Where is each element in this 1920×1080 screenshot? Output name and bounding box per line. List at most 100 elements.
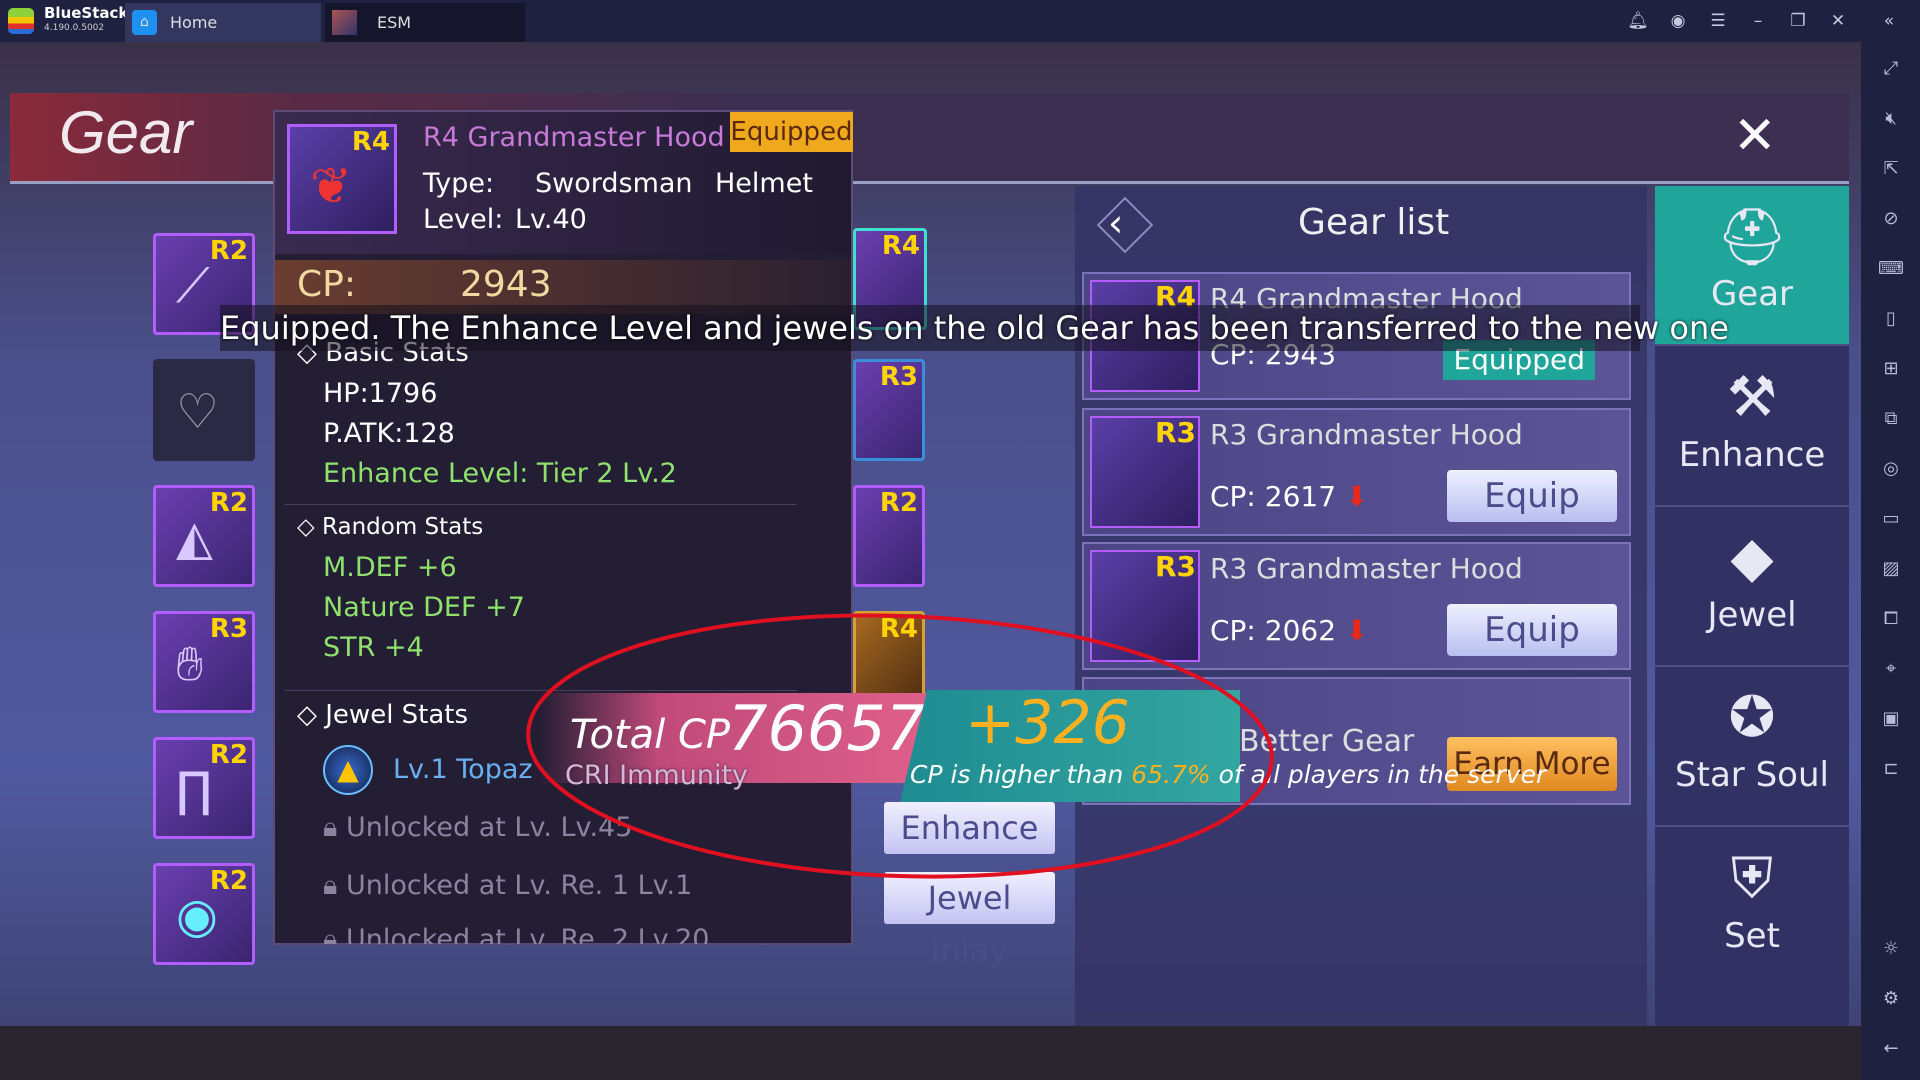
tab-enhance[interactable]: ⚒ Enhance <box>1655 347 1849 507</box>
account-icon[interactable]: ◉ <box>1667 10 1689 32</box>
restore-icon[interactable]: ❐ <box>1787 10 1809 32</box>
tab-home[interactable]: ⌂ Home <box>125 3 321 42</box>
fullscreen-icon[interactable]: ⤢ <box>1878 56 1904 82</box>
necklace-icon: ♡ <box>176 384 220 440</box>
right-sidebar: ⤢ 🔇︎ ⇱ ⊘ ⌨ ▯ ⊞ ⧉ ◎ ▭ ▨ ⧠ ⌖ ▣ ⊏ ☼ ⚙ ← <box>1861 42 1920 1080</box>
type-value: Swordsman <box>535 168 693 199</box>
video-icon[interactable]: ▭ <box>1878 506 1904 532</box>
expand-icon[interactable]: ⇱ <box>1878 156 1904 182</box>
home-icon: ⌂ <box>132 10 157 35</box>
item-name: R3 Grandmaster Hood <box>1210 552 1523 585</box>
close-gear-button[interactable]: ✕ <box>1733 110 1777 162</box>
tab-set[interactable]: ⛨ Set <box>1655 828 1849 988</box>
stat-patk: P.ATK:128 <box>323 418 455 449</box>
apk-icon[interactable]: ⧉ <box>1878 406 1904 432</box>
page-title: Gear <box>59 99 193 166</box>
equipped-badge: Equipped <box>730 112 853 152</box>
item-cp: CP: 2062 ⬇ <box>1210 614 1368 647</box>
keyboard-icon[interactable]: ⌨ <box>1878 256 1904 282</box>
gear-slot-boots[interactable]: R2 ∏ <box>153 737 255 839</box>
locked-slot: 🔒︎ Unlocked at Lv. Lv.45 <box>323 812 632 844</box>
gear-slot-orb[interactable]: R2 ◉ <box>153 863 255 965</box>
chevron-left-icon[interactable]: ‹ <box>1108 201 1148 245</box>
boots-icon: ∏ <box>176 762 213 818</box>
tab-label: Jewel <box>1707 595 1797 635</box>
camera-icon[interactable]: ◎ <box>1878 456 1904 482</box>
volume-mute-icon[interactable]: 🔇︎ <box>1878 106 1904 132</box>
locked-slot: 🔒︎ Unlocked at Lv. Re. 1 Lv.1 <box>323 870 692 902</box>
jewel-icon: ◆ <box>1730 525 1774 590</box>
lock-icon: 🔒︎ <box>323 812 338 843</box>
rank-label: R4 <box>351 127 390 157</box>
rank-label: R3 <box>879 362 918 392</box>
enhance-level: Enhance Level: Tier 2 Lv.2 <box>323 458 677 489</box>
location-icon[interactable]: ⌖ <box>1878 656 1904 682</box>
menu-icon[interactable]: ☰ <box>1707 10 1729 32</box>
gear-list-item[interactable]: R3 R3 Grandmaster Hood CP: 2617 ⬇ Equip <box>1082 408 1631 536</box>
item-name: R4 Grandmaster Hood <box>423 122 725 153</box>
shake-icon[interactable]: ▣ <box>1878 706 1904 732</box>
item-cp-value: CP: 2062 <box>1210 614 1337 647</box>
orb-icon: ◉ <box>176 888 218 944</box>
gear-list-title: Gear list <box>1298 202 1450 243</box>
item-icon: R4 ❦ <box>287 124 397 234</box>
tab-star-soul[interactable]: ✪ Star Soul <box>1655 667 1849 827</box>
eye-off-icon[interactable]: ⊘ <box>1878 206 1904 232</box>
staff-icon: ⟋ <box>176 258 210 314</box>
equip-button[interactable]: Equip <box>1447 470 1617 522</box>
close-icon[interactable]: ✕ <box>1827 10 1849 32</box>
gear-tooltip: R4 ❦ R4 Grandmaster Hood Equipped Type: … <box>273 110 853 945</box>
collapse-icon[interactable]: « <box>1878 10 1900 32</box>
enhance-button[interactable]: Enhance <box>884 802 1055 854</box>
arrow-down-icon: ⬇ <box>1344 614 1369 647</box>
cp-delta: +326 <box>965 688 1130 758</box>
shoulder-icon: ◭ <box>176 510 213 566</box>
macro-icon[interactable]: ⊏ <box>1878 756 1904 782</box>
tab-label: Enhance <box>1678 435 1826 475</box>
gallery-icon[interactable]: ▨ <box>1878 556 1904 582</box>
rank-label: R2 <box>209 740 248 770</box>
divider <box>285 504 797 505</box>
type-label: Type: <box>423 168 495 199</box>
bell-icon[interactable]: 🔔︎ <box>1627 10 1649 32</box>
app-version: 4.190.0.5002 <box>44 23 105 33</box>
rank-label: R2 <box>209 488 248 518</box>
armor-set-icon: ⛨ <box>1731 846 1773 911</box>
settings-icon[interactable]: ⚙ <box>1878 986 1904 1012</box>
rank-label: R2 <box>879 488 918 518</box>
gear-list-item[interactable]: R3 R3 Grandmaster Hood CP: 2062 ⬇ Equip <box>1082 542 1631 670</box>
back-icon[interactable]: ← <box>1878 1036 1904 1062</box>
topaz-icon: ▲ <box>323 745 373 795</box>
rank-label: R3 <box>209 614 248 644</box>
equip-button[interactable]: Equip <box>1447 604 1617 656</box>
app-name: BlueStacks <box>44 4 138 22</box>
gamepad-icon[interactable]: ⊞ <box>1878 356 1904 382</box>
gear-slot-shoulder[interactable]: R2 ◭ <box>153 485 255 587</box>
cp-percent: 65.7% <box>1131 760 1211 789</box>
random-stat: Nature DEF +7 <box>323 592 525 623</box>
jewel-inlay-button[interactable]: Jewel Inlay <box>884 872 1055 969</box>
tab-jewel[interactable]: ◆ Jewel <box>1655 507 1849 667</box>
tab-home-label: Home <box>170 13 218 32</box>
slot-value: Helmet <box>715 168 813 199</box>
rank-label: R3 <box>1154 416 1196 449</box>
gear-slot-gloves[interactable]: R3 ✋︎ <box>153 611 255 713</box>
bluestacks-logo <box>8 8 34 34</box>
rank-label: R4 <box>881 231 920 261</box>
gear-slot-chest[interactable]: R3 <box>853 359 925 461</box>
jewel-stats-label: Jewel Stats <box>325 700 469 730</box>
phone-icon[interactable]: ▯ <box>1878 306 1904 332</box>
divider <box>285 690 797 691</box>
gear-slot-legs[interactable]: R2 <box>853 485 925 587</box>
tab-esm[interactable]: ESM <box>325 3 525 42</box>
locked-label: Unlocked at Lv. Lv.45 <box>345 812 633 843</box>
cp-rank-note: CP is higher than 65.7% of all players i… <box>910 760 1546 789</box>
cp-note-pre: CP is higher than <box>910 760 1132 789</box>
game-icon <box>332 10 357 35</box>
minimize-icon[interactable]: – <box>1747 10 1769 32</box>
jewel-stats-title: ◇ Jewel Stats <box>297 700 469 730</box>
rank-label: R4 <box>879 614 918 644</box>
multi-instance-icon[interactable]: ⧠ <box>1878 606 1904 632</box>
gear-slot-necklace[interactable]: ♡ <box>153 359 255 461</box>
light-icon[interactable]: ☼ <box>1878 936 1904 962</box>
